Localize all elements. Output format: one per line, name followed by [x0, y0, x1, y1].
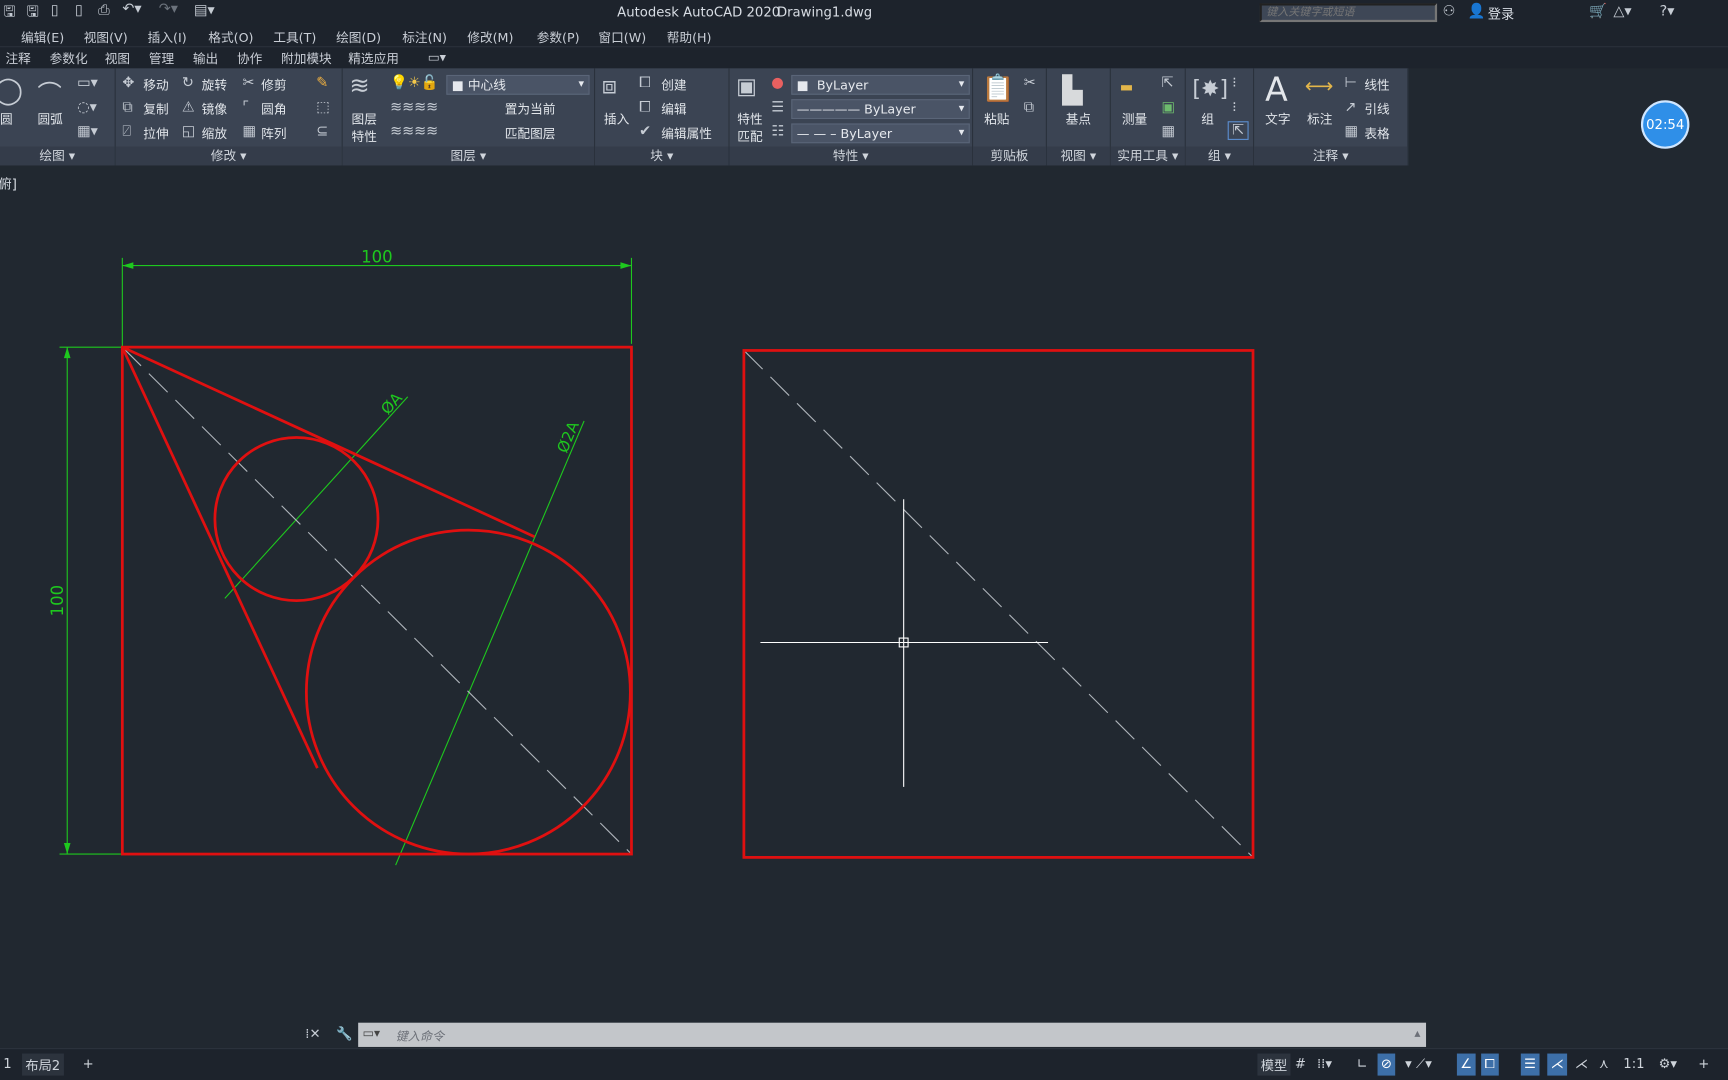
layout-tab-1[interactable]: 1 — [0, 1054, 15, 1076]
workspace-gear-icon[interactable]: ⚙▾ — [1655, 1054, 1680, 1076]
annotation-monitor-icon[interactable]: + — [1695, 1054, 1713, 1076]
command-history-arrow-icon[interactable]: ▴ — [1414, 1026, 1420, 1040]
object-snap-icon[interactable]: ⧠ — [1481, 1053, 1499, 1076]
command-prompt-icon[interactable]: ▭▾ — [363, 1026, 381, 1040]
auto-scale-icon[interactable]: ⋌ — [1572, 1054, 1592, 1076]
grid-icon[interactable]: # — [1292, 1054, 1310, 1076]
dimensions — [59, 257, 633, 866]
snap-icon[interactable]: ⁞⁞▾ — [1314, 1054, 1336, 1076]
customize-wrench-icon[interactable]: 🔧 — [336, 1026, 352, 1041]
dim-text-vertical: 100 — [48, 585, 67, 617]
drawing-canvas[interactable]: 100 100 ØA Ø2A — [0, 0, 1728, 1080]
lineweight-toggle-icon[interactable]: ☰ — [1520, 1053, 1540, 1076]
object-snap-tracking-icon[interactable]: ∠ — [1456, 1053, 1476, 1076]
command-placeholder: 键入命令 — [395, 1029, 445, 1044]
status-bar: 1 布局2 + 模型 # ⁞⁞▾ ∟ ⊘ ▾ ⟋▾ ∠ ⧠ ☰ ⋌ ⋌ ⋏ 1:… — [0, 1048, 1728, 1080]
layout-tab-2[interactable]: 布局2 — [22, 1053, 64, 1076]
diagonal-center-line — [121, 346, 632, 855]
leader-large-diameter — [395, 420, 585, 866]
dim-text-horizontal: 100 — [361, 247, 393, 266]
command-line[interactable]: ▭▾ 键入命令 ▴ — [358, 1022, 1427, 1047]
diagonal-center-line-right — [743, 350, 1254, 858]
tangent-line-lower — [121, 346, 319, 769]
polar-icon[interactable]: ⊘ — [1377, 1053, 1396, 1076]
tangent-line-upper — [121, 345, 536, 538]
geometry — [120, 345, 1255, 859]
ortho-icon[interactable]: ∟ — [1353, 1054, 1371, 1076]
dia-text-large: Ø2A — [554, 418, 583, 455]
add-layout-button[interactable]: + — [79, 1054, 97, 1076]
crosshair-cursor — [760, 499, 1049, 787]
dia-text-small: ØA — [378, 389, 407, 418]
close-command-icon[interactable]: ⁞✕ — [305, 1026, 320, 1041]
model-space-button[interactable]: 模型 — [1257, 1053, 1291, 1076]
leader-small-diameter — [224, 396, 409, 599]
arrowheads — [63, 262, 632, 855]
annotation-scale-dropdown[interactable]: 1:1 — [1620, 1054, 1648, 1076]
annotation-scale-icon[interactable]: ⋏ — [1596, 1054, 1612, 1076]
isodraft-icon[interactable]: ▾ ⟋▾ — [1402, 1054, 1435, 1076]
annotation-visibility-icon[interactable]: ⋌ — [1547, 1053, 1568, 1076]
